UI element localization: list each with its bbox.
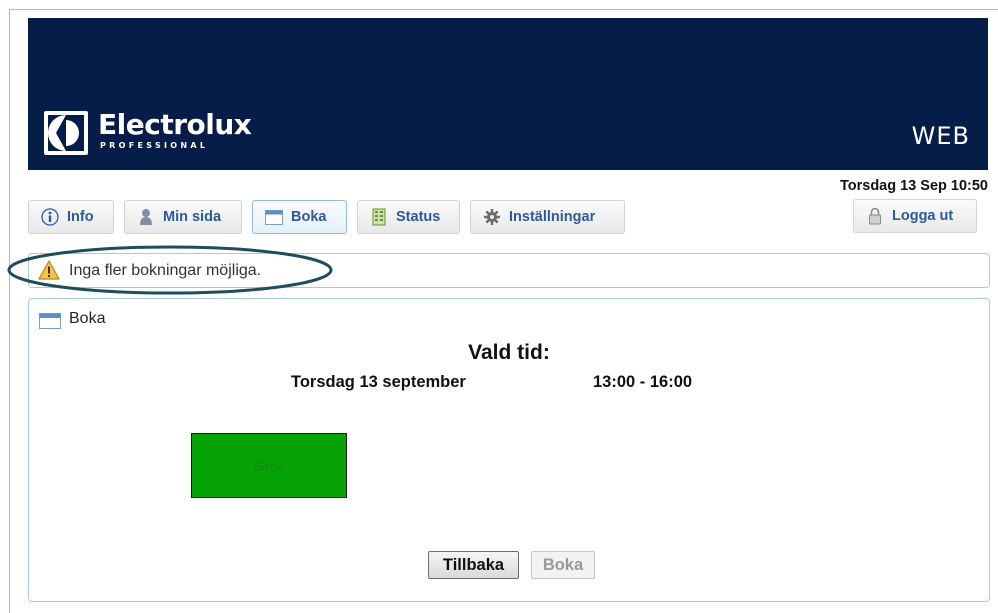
logout-label: Logga ut [892, 208, 954, 224]
tab-label: Min sida [163, 209, 222, 225]
highlight-ellipse [7, 245, 333, 295]
tab-min-sida[interactable]: Min sida [124, 200, 242, 234]
tab-boka[interactable]: Boka [252, 200, 347, 234]
tab-label: Boka [291, 209, 327, 225]
selected-day: Torsdag 13 september [291, 373, 466, 391]
selected-time-range: 13:00 - 16:00 [593, 373, 693, 391]
tab-status[interactable]: Status [357, 200, 460, 234]
tab-installningar[interactable]: Inställningar [470, 200, 625, 234]
logout-button[interactable]: Logga ut [853, 199, 977, 233]
brand-subtitle: PROFESSIONAL [100, 141, 209, 150]
building-icon [370, 208, 388, 226]
user-icon [137, 208, 155, 226]
book-button[interactable]: Boka [531, 551, 595, 579]
tab-label: Status [396, 209, 441, 225]
selected-time-heading: Vald tid: [468, 341, 550, 364]
info-icon [41, 208, 59, 226]
tab-label: Info [67, 209, 94, 225]
header-banner: Electrolux PROFESSIONAL WEB [28, 18, 988, 170]
app-label: WEB [911, 122, 970, 150]
tab-label: Inställningar [509, 209, 596, 225]
brand-name: Electrolux [98, 108, 252, 141]
slot-grov[interactable]: Grov [191, 433, 347, 498]
booking-panel: Boka Vald tid: Torsdag 13 september 13:0… [28, 298, 990, 602]
back-button[interactable]: Tillbaka [428, 551, 519, 579]
gear-icon [483, 208, 501, 226]
electrolux-logo-icon [44, 111, 88, 155]
tab-info[interactable]: Info [28, 200, 114, 234]
calendar-icon [265, 208, 283, 226]
current-datetime: Torsdag 13 Sep 10:50 [839, 178, 988, 194]
lock-icon [866, 207, 884, 225]
panel-title: Boka [69, 310, 106, 327]
calendar-icon [39, 313, 61, 329]
